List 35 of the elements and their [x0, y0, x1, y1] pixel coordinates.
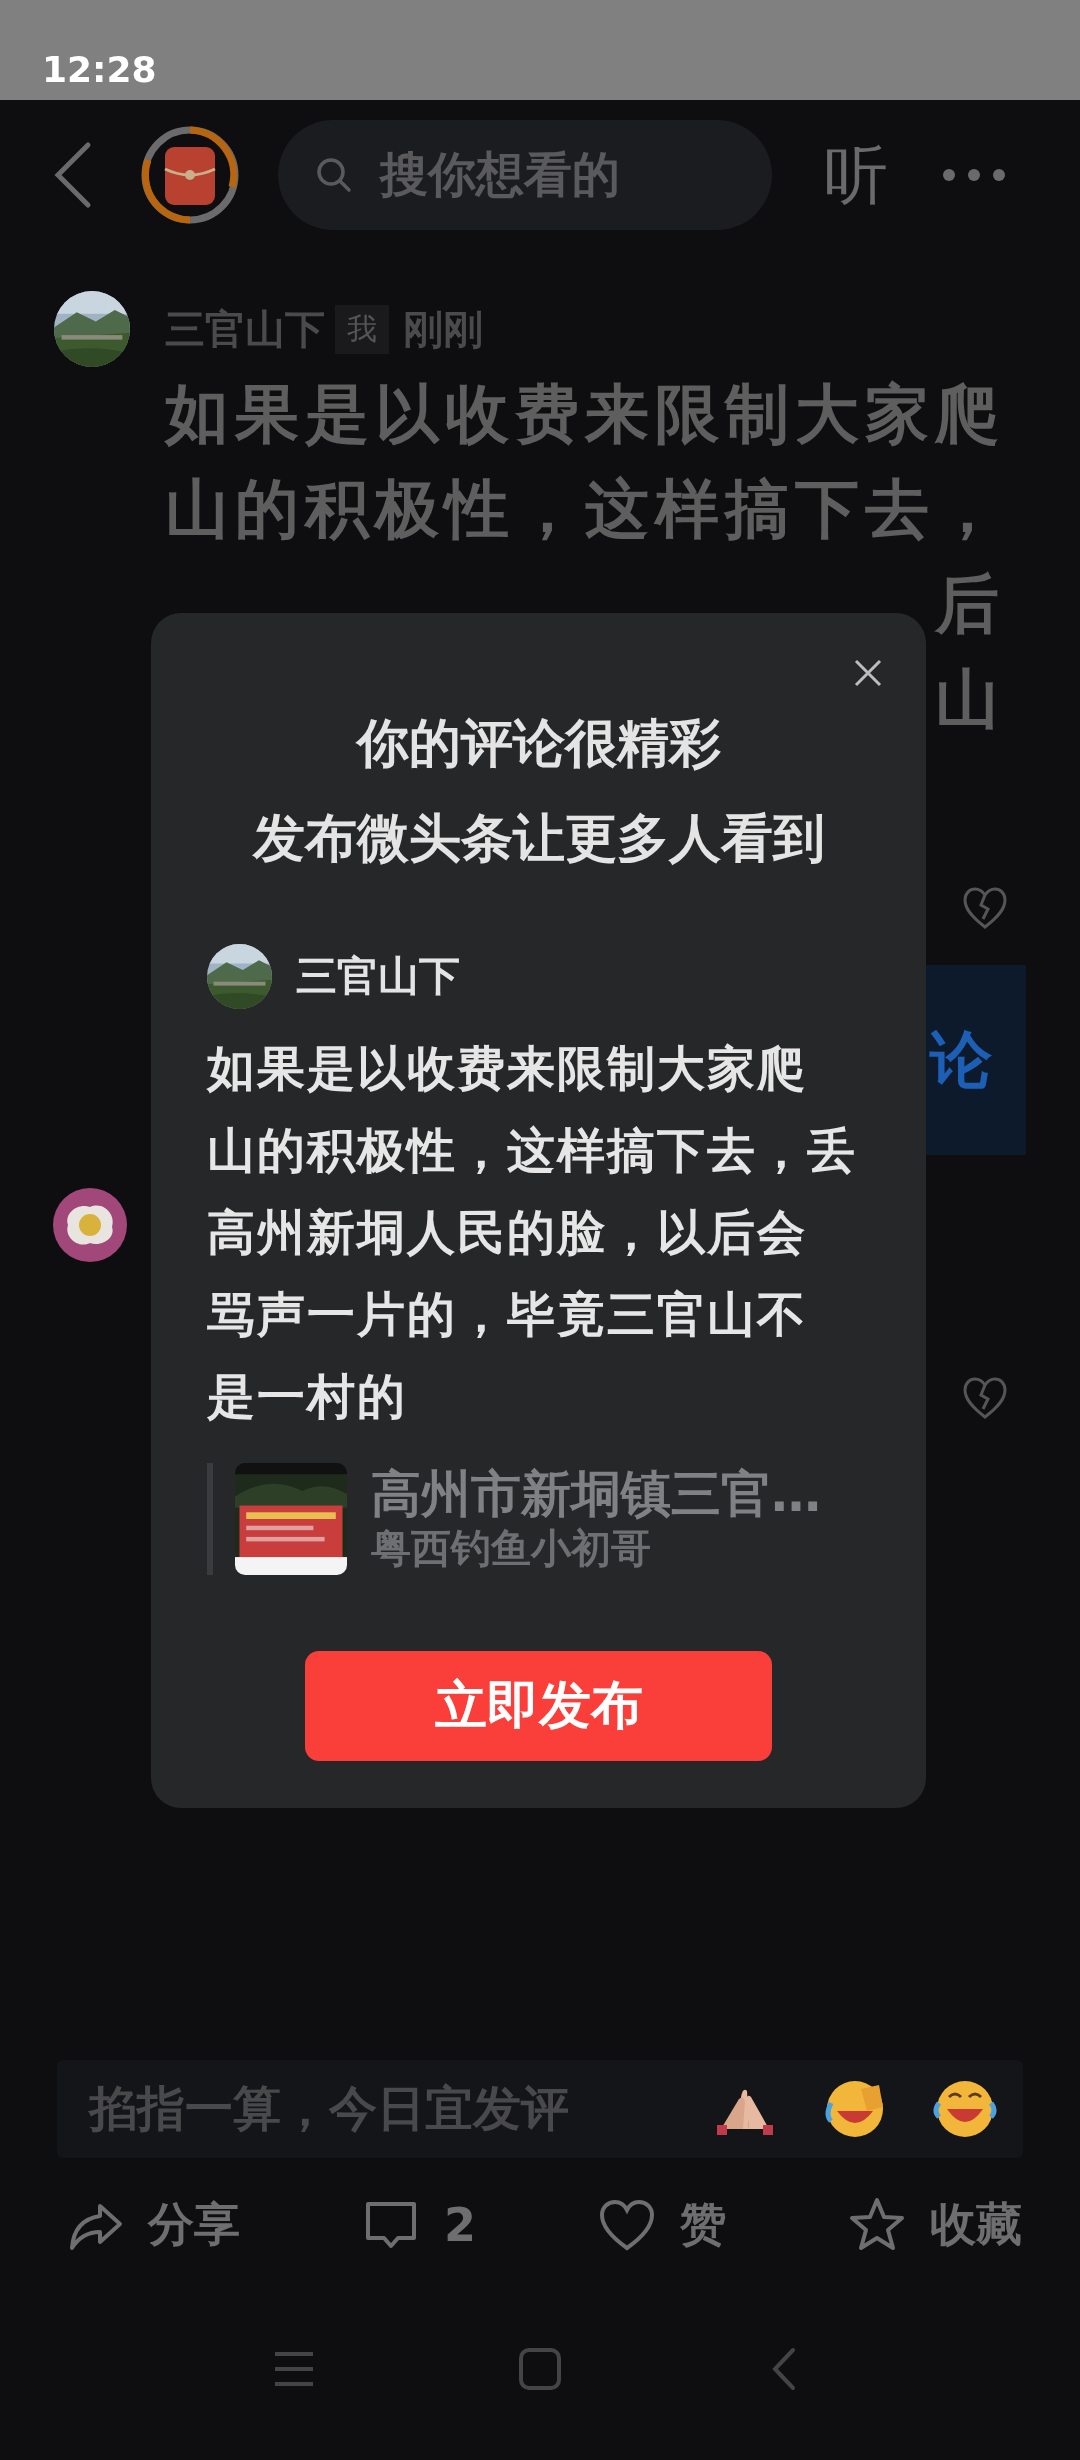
comment-text-line: 高州新垌人民的脸，以后会 [207, 1203, 808, 1262]
more-icon[interactable] [942, 168, 1006, 182]
dialog-title: 你的评论很精彩 [354, 712, 722, 775]
search-field[interactable]: 搜你想看的 [278, 120, 772, 230]
close-icon[interactable] [854, 659, 882, 687]
comment-author: 三官山下 [165, 304, 325, 354]
broken-heart-icon[interactable] [962, 887, 1008, 929]
listen-button[interactable]: 听 [824, 131, 888, 219]
favorite-button[interactable]: 收藏 [847, 2194, 1022, 2256]
comment-text-line: 山 [935, 662, 1005, 736]
back-icon[interactable] [52, 141, 92, 209]
share-button[interactable]: 分享 [66, 2194, 240, 2256]
broken-heart-icon[interactable] [962, 1377, 1008, 1419]
envelope-icon[interactable] [140, 125, 240, 225]
quoted-post-author: 粤西钓鱼小初哥 [371, 1525, 652, 1571]
comment-time: 刚刚 [403, 304, 483, 354]
like-button[interactable]: 赞 [598, 2194, 726, 2256]
comment-text-line: 山的积极性，这样搞下去，丢 [207, 1121, 858, 1180]
comment-text-line: 是一村的 [207, 1367, 408, 1426]
comment-button[interactable]: 2 [362, 2196, 476, 2254]
comment-text-line: 后 [935, 567, 1005, 641]
quoted-post-title: 高州市新垌镇三官… [371, 1464, 821, 1525]
comment-text-line: 如果是以收费来限制大家爬 [207, 1039, 808, 1098]
egg-avatar-icon[interactable] [52, 1187, 128, 1263]
comment-text-line: 如果是以收费来限制大家爬 [165, 376, 1005, 453]
home-square-icon[interactable] [517, 2346, 563, 2392]
comment-text-line: 骂声一片的，毕竟三官山不 [207, 1285, 808, 1344]
author-name: 三官山下 [296, 951, 460, 1002]
publish-button[interactable]: 立即发布 [305, 1651, 772, 1761]
search-placeholder: 搜你想看的 [380, 145, 620, 204]
status-time: 12:28 [42, 49, 157, 90]
search-icon [316, 157, 352, 193]
dialog-title: 发布微头条让更多人看到 [251, 807, 826, 870]
author-tag: 我 [335, 304, 389, 354]
comment-text-line: 山的积极性，这样搞下去， [165, 471, 1005, 548]
